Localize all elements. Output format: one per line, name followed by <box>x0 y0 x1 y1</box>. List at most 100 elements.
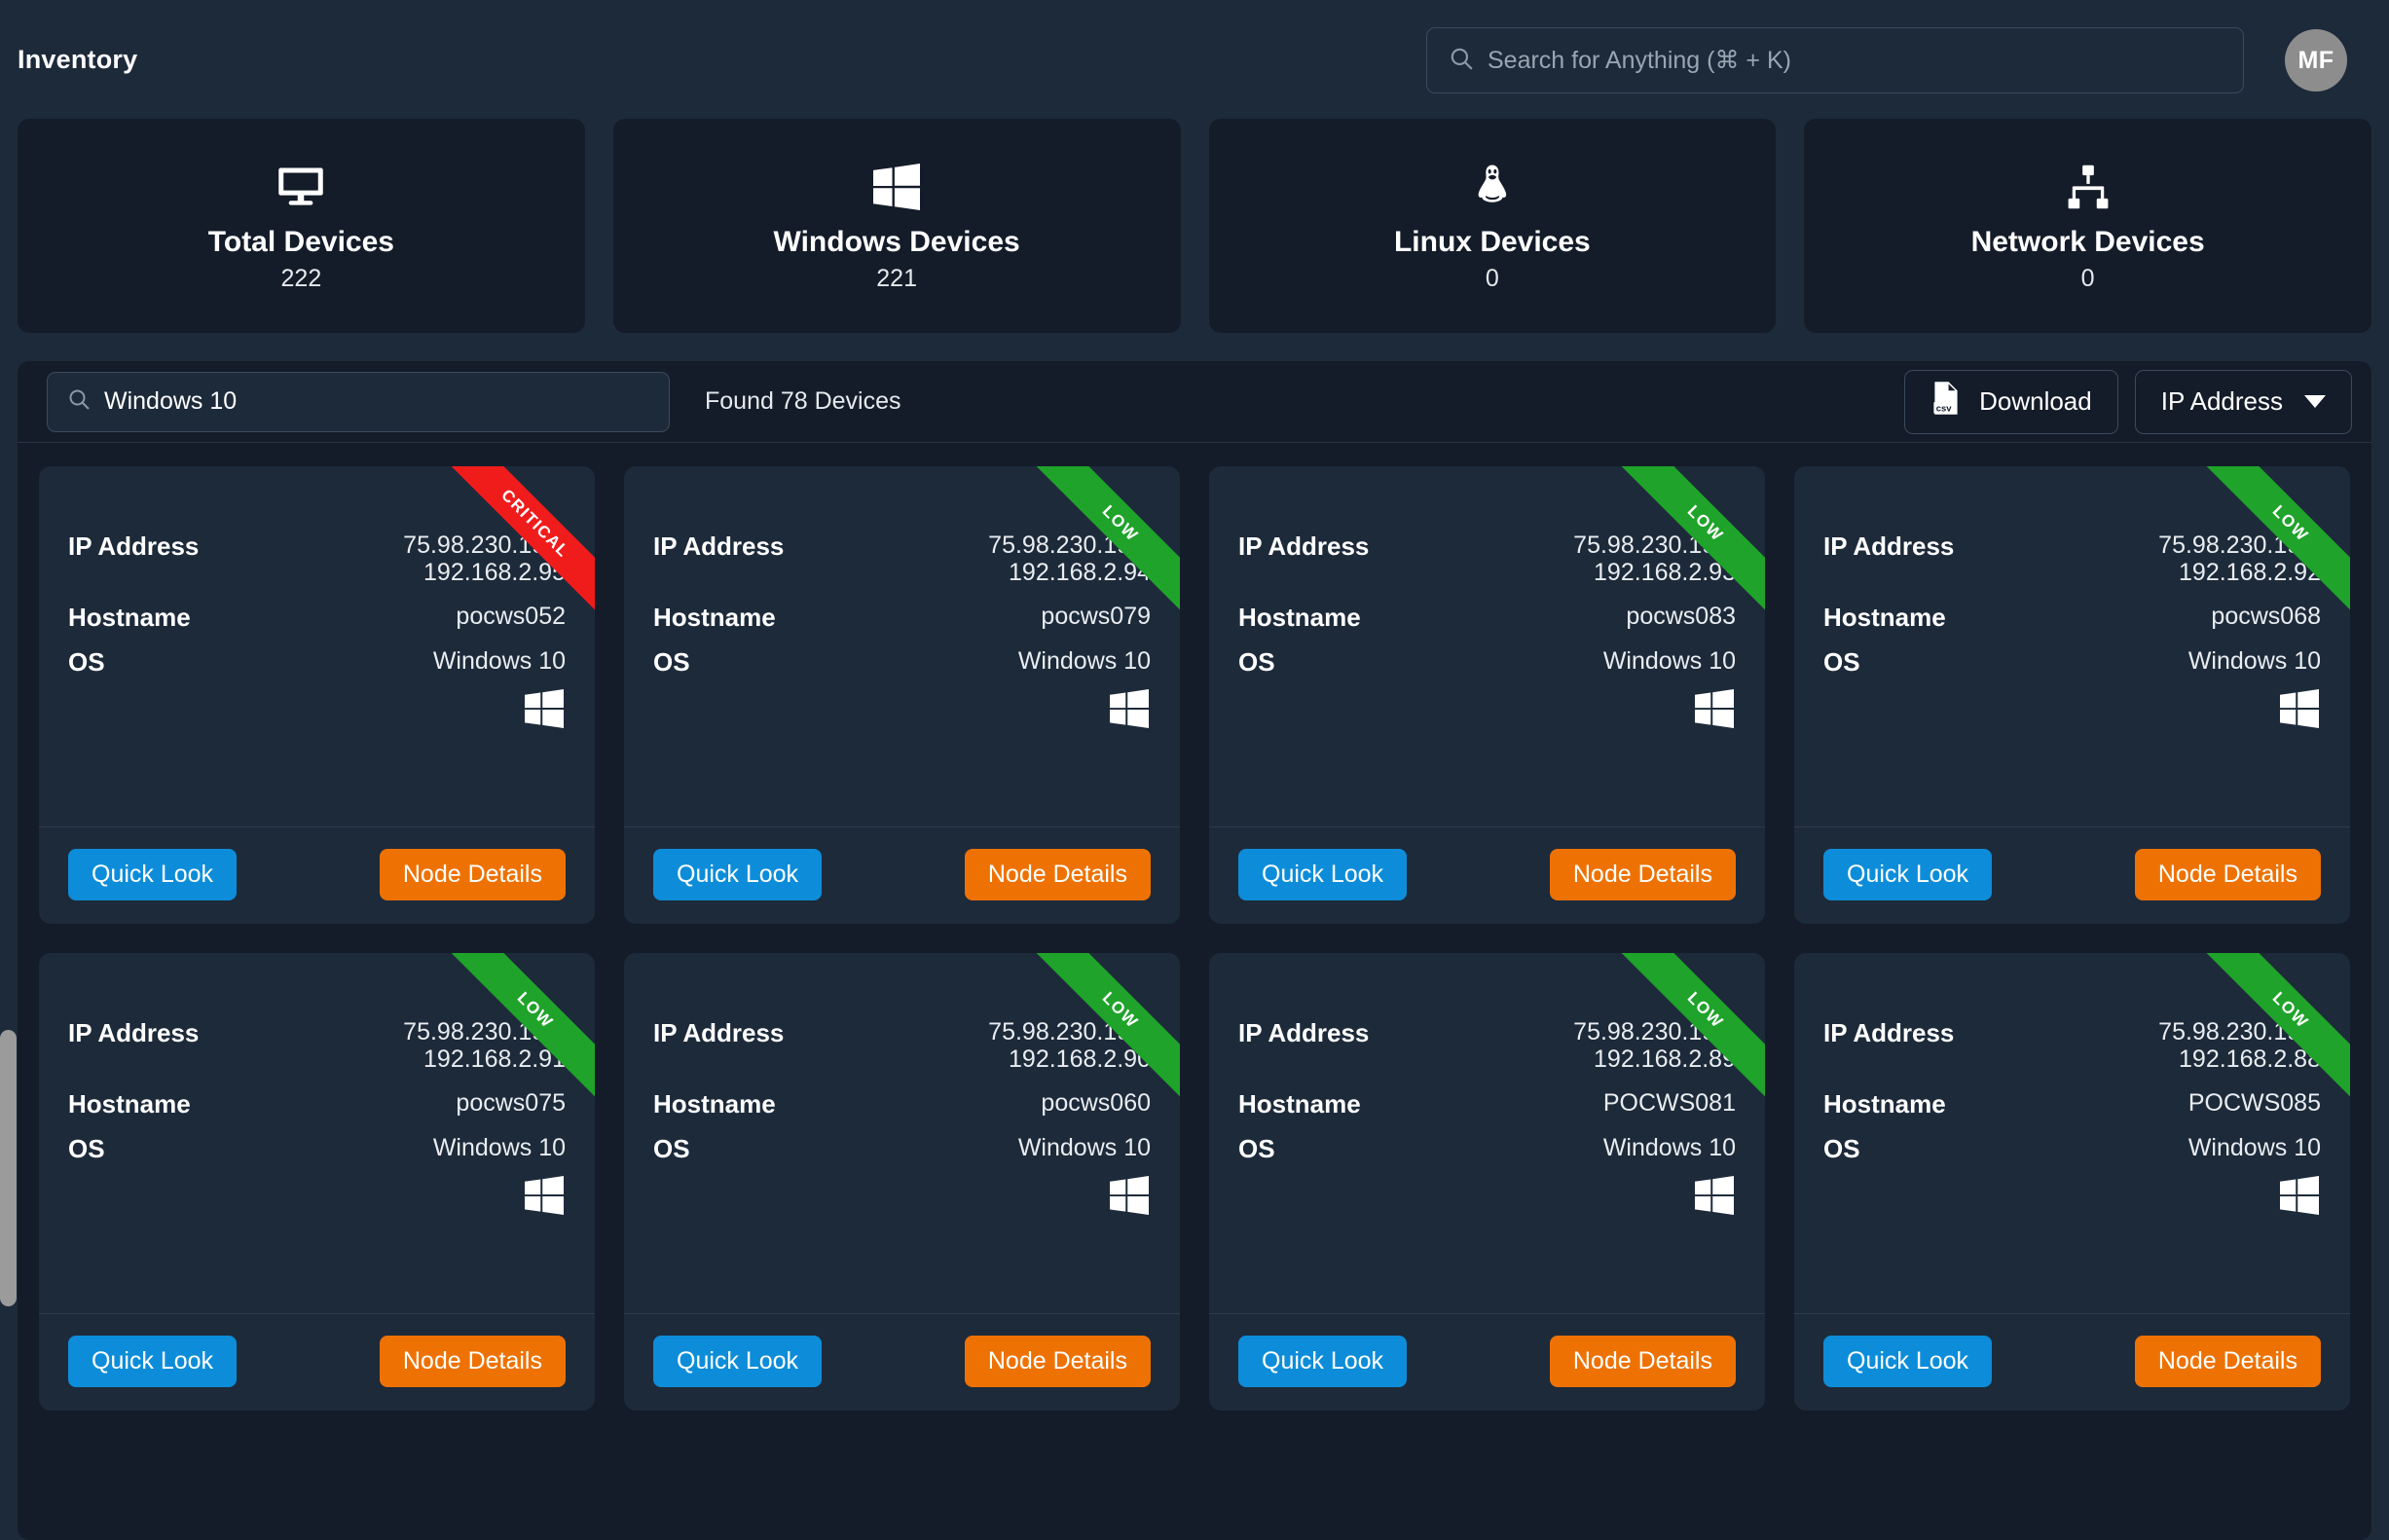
ip-address-label: IP Address <box>68 1018 200 1047</box>
ip-address-label: IP Address <box>653 532 785 561</box>
quick-look-button[interactable]: Quick Look <box>68 1336 238 1387</box>
ip-address-label: IP Address <box>1823 1018 1955 1047</box>
ip-address-label: IP Address <box>653 1018 785 1047</box>
device-card[interactable]: LOW IP Address 75.98.230.194, 192.168.2.91… <box>39 953 595 1411</box>
windows-icon <box>873 160 921 214</box>
device-card-body: IP Address 75.98.230.194, 192.168.2.95 Hos… <box>39 466 595 826</box>
hostname-value: pocws060 <box>1041 1089 1151 1117</box>
hostname-value: pocws083 <box>1626 603 1736 630</box>
stat-label: Linux Devices <box>1393 225 1591 258</box>
node-details-button[interactable]: Node Details <box>2134 849 2321 900</box>
quick-look-button[interactable]: Quick Look <box>1238 1336 1408 1387</box>
ip-address-label: IP Address <box>68 532 200 561</box>
hostname-label: Hostname <box>68 1089 191 1118</box>
device-card-footer: Quick Look Node Details <box>1794 826 2350 924</box>
node-details-button[interactable]: Node Details <box>2134 1336 2321 1387</box>
quick-look-button[interactable]: Quick Look <box>653 849 823 900</box>
ip-address-value: 75.98.230.194, 192.168.2.94 <box>988 532 1151 586</box>
node-details-button[interactable]: Node Details <box>1549 849 1736 900</box>
device-card-footer: Quick Look Node Details <box>39 826 595 924</box>
node-details-button[interactable]: Node Details <box>379 849 566 900</box>
stat-value: 221 <box>876 264 917 292</box>
page-title: Inventory <box>18 44 138 74</box>
windows-icon <box>1238 689 1736 729</box>
device-filter[interactable] <box>47 371 670 432</box>
os-value: Windows 10 <box>1602 647 1736 676</box>
os-value: Windows 10 <box>1017 647 1151 676</box>
windows-icon <box>653 689 1151 729</box>
device-card[interactable]: LOW IP Address 75.98.230.194, 192.168.2.92… <box>1794 466 2350 924</box>
global-search[interactable] <box>1426 27 2244 93</box>
os-label: OS <box>1823 647 1860 678</box>
quick-look-button[interactable]: Quick Look <box>1823 1336 1993 1387</box>
hostname-value: pocws079 <box>1041 603 1151 630</box>
os-value: Windows 10 <box>2187 647 2321 676</box>
network-icon <box>2064 160 2113 214</box>
windows-icon <box>68 689 566 729</box>
windows-icon <box>1238 1176 1736 1216</box>
hostname-value: pocws068 <box>2211 603 2321 630</box>
node-details-button[interactable]: Node Details <box>1549 1336 1736 1387</box>
sort-dropdown[interactable]: IP Address <box>2134 369 2352 434</box>
node-details-button[interactable]: Node Details <box>964 1336 1151 1387</box>
device-card[interactable]: CRITICAL IP Address 75.98.230.194, 192.168… <box>39 466 595 924</box>
quick-look-button[interactable]: Quick Look <box>1238 849 1408 900</box>
os-value: Windows 10 <box>1017 1134 1151 1162</box>
ip-address-value: 75.98.230.194, 192.168.2.89 <box>1573 1018 1736 1073</box>
device-card[interactable]: LOW IP Address 75.98.230.194, 192.168.2.94… <box>624 466 1180 924</box>
hostname-label: Hostname <box>1238 1089 1361 1118</box>
search-input[interactable] <box>1488 46 2222 75</box>
stat-label: Network Devices <box>1970 225 2205 258</box>
filter-bar-actions: csv Download IP Address <box>1904 369 2352 434</box>
hostname-value: pocws052 <box>456 603 566 630</box>
search-icon <box>1449 46 1488 76</box>
device-card[interactable]: LOW IP Address 75.98.230.194, 192.168.2.93… <box>1209 466 1765 924</box>
filter-bar: Found 78 Devices csv Download IP Address <box>18 361 2371 443</box>
quick-look-button[interactable]: Quick Look <box>68 849 238 900</box>
ip-address-value: 75.98.230.194, 192.168.2.91 <box>403 1018 566 1073</box>
stat-card-total-devices[interactable]: Total Devices 222 <box>18 119 585 333</box>
avatar[interactable]: MF <box>2285 29 2347 92</box>
hostname-value: pocws075 <box>456 1089 566 1117</box>
ip-address-value: 75.98.230.194, 192.168.2.92 <box>2158 532 2321 586</box>
windows-icon <box>68 1176 566 1216</box>
device-card-footer: Quick Look Node Details <box>39 1313 595 1411</box>
download-button-label: Download <box>1979 386 2092 416</box>
device-card-grid: CRITICAL IP Address 75.98.230.194, 192.168… <box>18 443 2371 1411</box>
quick-look-button[interactable]: Quick Look <box>1823 849 1993 900</box>
device-card-body: IP Address 75.98.230.194, 192.168.2.91 Hos… <box>39 953 595 1313</box>
device-card-footer: Quick Look Node Details <box>1209 1313 1765 1411</box>
stat-card-linux-devices[interactable]: Linux Devices 0 <box>1208 119 1777 333</box>
search-icon <box>67 387 104 416</box>
device-card[interactable]: LOW IP Address 75.98.230.194, 192.168.2.88… <box>1794 953 2350 1411</box>
device-card-body: IP Address 75.98.230.194, 192.168.2.93 Hos… <box>1209 466 1765 826</box>
device-card-footer: Quick Look Node Details <box>1209 826 1765 924</box>
sort-dropdown-label: IP Address <box>2160 386 2283 416</box>
inventory-panel: Found 78 Devices csv Download IP Address… <box>18 361 2371 1540</box>
device-card-footer: Quick Look Node Details <box>624 1313 1180 1411</box>
device-card-footer: Quick Look Node Details <box>624 826 1180 924</box>
download-button[interactable]: csv Download <box>1904 369 2118 434</box>
desktop-icon <box>276 160 326 214</box>
os-value: Windows 10 <box>432 647 566 676</box>
device-card[interactable]: LOW IP Address 75.98.230.194, 192.168.2.90… <box>624 953 1180 1411</box>
filter-input[interactable] <box>104 387 649 416</box>
stat-card-network-devices[interactable]: Network Devices 0 <box>1804 119 2371 333</box>
quick-look-button[interactable]: Quick Look <box>653 1336 823 1387</box>
os-value: Windows 10 <box>1602 1134 1736 1162</box>
stat-card-windows-devices[interactable]: Windows Devices 221 <box>612 119 1181 333</box>
node-details-button[interactable]: Node Details <box>964 849 1151 900</box>
device-card[interactable]: LOW IP Address 75.98.230.194, 192.168.2.89… <box>1209 953 1765 1411</box>
device-card-body: IP Address 75.98.230.194, 192.168.2.92 Hos… <box>1794 466 2350 826</box>
stat-value: 222 <box>280 264 322 292</box>
ip-address-value: 75.98.230.194, 192.168.2.95 <box>403 532 566 586</box>
hostname-label: Hostname <box>1823 603 1946 632</box>
device-card-body: IP Address 75.98.230.194, 192.168.2.90 Hos… <box>624 953 1180 1313</box>
os-value: Windows 10 <box>432 1134 566 1162</box>
ip-address-value: 75.98.230.194, 192.168.2.90 <box>988 1018 1151 1073</box>
vertical-scrollbar-thumb[interactable] <box>0 1030 17 1306</box>
hostname-label: Hostname <box>653 1089 776 1118</box>
os-label: OS <box>1238 647 1275 678</box>
node-details-button[interactable]: Node Details <box>379 1336 566 1387</box>
os-label: OS <box>1238 1134 1275 1164</box>
